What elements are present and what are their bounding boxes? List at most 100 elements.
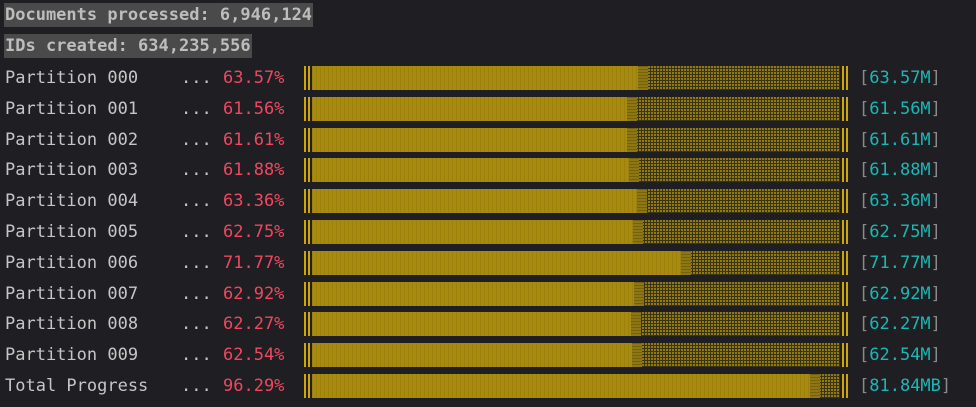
progress-bar-fill <box>312 189 637 214</box>
ids-created-header: IDs created: 634,235,556 <box>4 34 252 58</box>
progress-bar <box>312 127 840 152</box>
row-label: Total Progress <box>5 376 149 396</box>
progress-bar-left-edge <box>304 158 310 183</box>
row-count: [63.36M] <box>859 191 941 212</box>
progress-bar-left-edge <box>304 96 310 121</box>
progress-bar-left-edge <box>304 374 310 398</box>
row-count: [62.54M] <box>859 345 941 366</box>
progress-bar-right-edge <box>842 312 848 337</box>
progress-bar-right-edge <box>842 250 848 275</box>
progress-bar-right-edge <box>842 66 848 90</box>
row-percent: 96.29% <box>223 376 285 396</box>
progress-bar-left-edge <box>304 312 310 337</box>
progress-bar <box>312 158 840 183</box>
progress-bar-fill <box>312 312 631 337</box>
progress-bar-fill <box>312 66 638 90</box>
row-separator: ... <box>181 68 212 88</box>
partition-row: Partition 008... 62.27% [62.27M] <box>0 311 976 339</box>
row-percent: 62.92% <box>223 283 285 304</box>
row-separator: ... <box>181 160 212 181</box>
row-percent: 71.77% <box>223 252 285 273</box>
row-separator: ... <box>181 345 212 366</box>
row-separator: ... <box>181 98 212 119</box>
row-percent: 62.27% <box>223 314 285 335</box>
progress-bar-partial-cell <box>632 343 642 368</box>
progress-bar-fill <box>312 127 627 152</box>
total-progress-row: Total Progress... 96.29% [81.84MB] <box>0 373 976 401</box>
progress-bar <box>312 343 840 368</box>
row-count: [81.84MB] <box>859 376 952 396</box>
progress-bar-right-edge <box>842 374 848 398</box>
progress-bar-right-edge <box>842 158 848 183</box>
row-label: Partition 004 <box>5 191 139 212</box>
progress-bar-partial-cell <box>681 250 691 275</box>
row-percent: 61.61% <box>223 129 285 150</box>
progress-bar-left-edge <box>304 189 310 214</box>
row-percent: 61.56% <box>223 98 285 119</box>
row-label: Partition 006 <box>5 252 139 273</box>
row-count: [62.92M] <box>859 283 941 304</box>
row-percent: 63.36% <box>223 191 285 212</box>
row-count: [62.75M] <box>859 222 941 242</box>
row-separator: ... <box>181 314 212 335</box>
progress-bar <box>312 374 840 398</box>
progress-bar-right-edge <box>842 281 848 306</box>
progress-bar-fill <box>312 374 810 398</box>
progress-bar-partial-cell <box>634 281 644 306</box>
progress-bar-fill <box>312 281 634 306</box>
row-count: [63.57M] <box>859 68 941 88</box>
row-count: [61.88M] <box>859 160 941 181</box>
progress-bar <box>312 189 840 214</box>
progress-bar-fill <box>312 250 681 275</box>
progress-bar <box>312 312 840 337</box>
partition-row: Partition 002... 61.61% [61.61M] <box>0 127 976 155</box>
partition-row: Partition 005... 62.75% [62.75M] <box>0 219 976 247</box>
progress-bar-left-edge <box>304 250 310 275</box>
row-percent: 62.75% <box>223 222 285 242</box>
row-percent: 63.57% <box>223 68 285 88</box>
progress-bar-partial-cell <box>629 158 639 183</box>
row-separator: ... <box>181 252 212 273</box>
row-label: Partition 000 <box>5 68 139 88</box>
progress-bar-left-edge <box>304 281 310 306</box>
partition-row: Partition 003... 61.88% [61.88M] <box>0 157 976 185</box>
row-label: Partition 007 <box>5 283 139 304</box>
progress-bar-right-edge <box>842 189 848 214</box>
progress-bar-partial-cell <box>810 374 820 398</box>
progress-bar-right-edge <box>842 220 848 244</box>
progress-bar-partial-cell <box>633 220 643 244</box>
progress-bar <box>312 281 840 306</box>
documents-processed-header: Documents processed: 6,946,124 <box>4 3 314 27</box>
partition-row: Partition 009... 62.54% [62.54M] <box>0 342 976 370</box>
row-separator: ... <box>181 129 212 150</box>
progress-bar-partial-cell <box>638 66 648 90</box>
progress-bar-partial-cell <box>627 96 637 121</box>
row-separator: ... <box>181 191 212 212</box>
row-label: Partition 003 <box>5 160 139 181</box>
partition-row: Partition 000... 63.57% [63.57M] <box>0 65 976 93</box>
progress-bar-partial-cell <box>631 312 641 337</box>
row-percent: 62.54% <box>223 345 285 366</box>
progress-bar <box>312 220 840 244</box>
row-label: Partition 005 <box>5 222 139 242</box>
progress-bar-fill <box>312 220 633 244</box>
row-label: Partition 009 <box>5 345 139 366</box>
progress-bar-partial-cell <box>627 127 637 152</box>
partition-row: Partition 004... 63.36% [63.36M] <box>0 188 976 216</box>
partition-row: Partition 007... 62.92% [62.92M] <box>0 281 976 309</box>
progress-bar-left-edge <box>304 66 310 90</box>
row-label: Partition 001 <box>5 98 139 119</box>
progress-bar-partial-cell <box>637 189 647 214</box>
row-separator: ... <box>181 376 212 396</box>
partition-row: Partition 001... 61.56% [61.56M] <box>0 96 976 124</box>
progress-bar-fill <box>312 343 632 368</box>
progress-bar-fill <box>312 158 629 183</box>
row-count: [61.61M] <box>859 129 941 150</box>
row-label: Partition 008 <box>5 314 139 335</box>
row-label: Partition 002 <box>5 129 139 150</box>
progress-bar-fill <box>312 96 627 121</box>
row-count: [61.56M] <box>859 98 941 119</box>
progress-bar-right-edge <box>842 127 848 152</box>
partition-row: Partition 006... 71.77% [71.77M] <box>0 250 976 278</box>
progress-bar <box>312 96 840 121</box>
